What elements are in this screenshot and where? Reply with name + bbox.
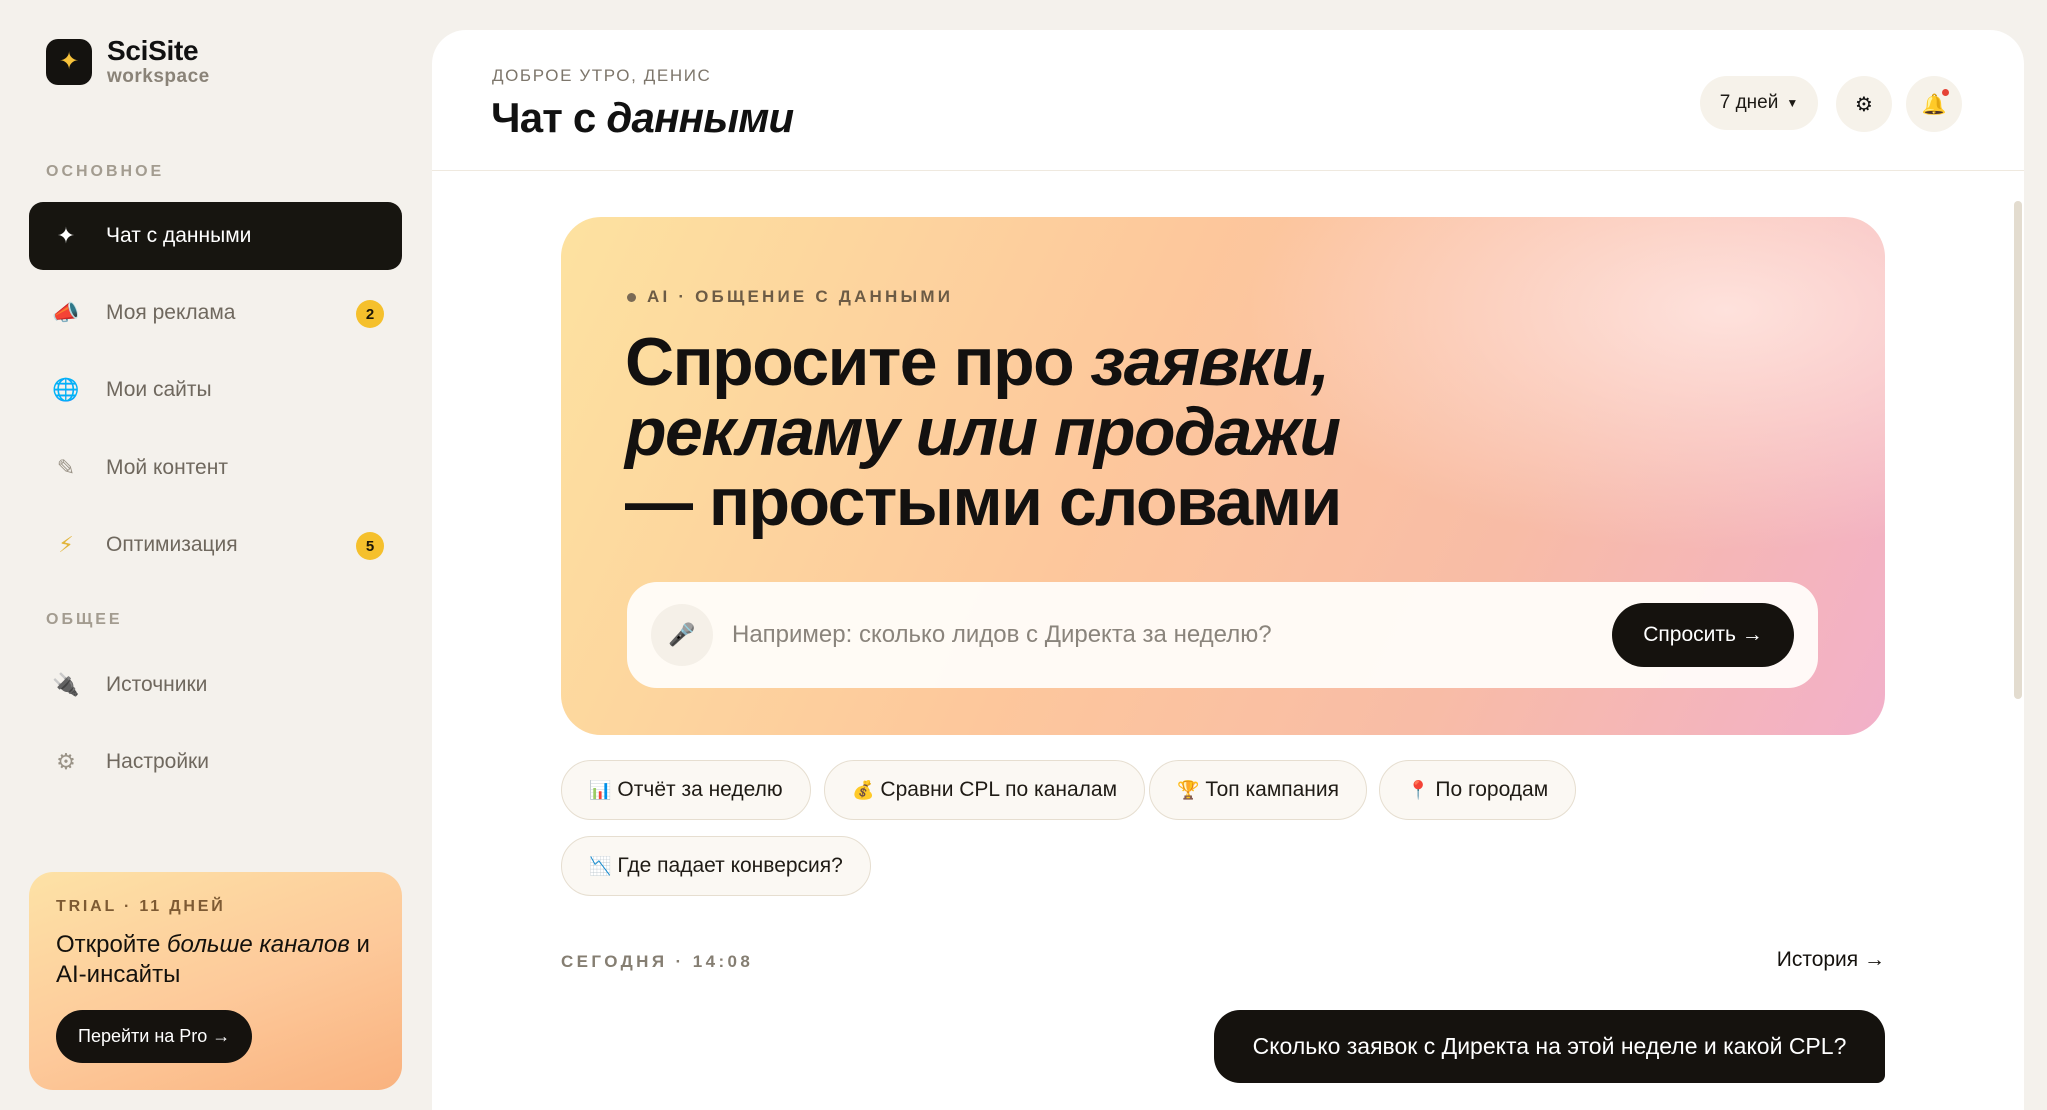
chevron-down-icon: ▼ — [1786, 96, 1799, 110]
period-select[interactable]: 7 дней ▼ — [1700, 76, 1818, 130]
section-label-main: ОСНОВНОЕ — [46, 163, 165, 180]
app-window: ✦ SciSite workspace ОСНОВНОЕ ✦ Чат с дан… — [0, 0, 2047, 1110]
question-input[interactable] — [732, 604, 1612, 666]
settings-button[interactable]: ⚙ — [1836, 76, 1892, 132]
megaphone-icon: 📣 — [52, 300, 80, 325]
hero-tag: AI · ОБЩЕНИЕ С ДАННЫМИ — [627, 287, 953, 307]
plug-icon: 🔌 — [52, 672, 80, 697]
ask-box: 🎤 Спросить → — [627, 582, 1818, 688]
scrollbar[interactable] — [2014, 171, 2022, 1110]
scrollbar-thumb[interactable] — [2014, 201, 2022, 699]
sidebar-item-ads[interactable]: 📣 Моя реклама 2 — [29, 279, 402, 347]
pin-icon: 📍 — [1407, 779, 1430, 800]
sidebar: ✦ SciSite workspace ОСНОВНОЕ ✦ Чат с дан… — [0, 0, 432, 1110]
topbar: ДОБРОЕ УТРО, ДЕНИС Чат с данными 7 дней … — [432, 30, 2024, 171]
section-label-general: ОБЩЕЕ — [46, 611, 123, 628]
brand-sub: workspace — [107, 66, 210, 87]
notification-dot — [1942, 89, 1949, 96]
date-separator: СЕГОДНЯ · 14:08 — [561, 952, 754, 971]
sidebar-item-chat[interactable]: ✦ Чат с данными — [29, 202, 402, 270]
count-badge: 2 — [356, 300, 384, 328]
sidebar-item-label: Мои сайты — [106, 378, 212, 401]
suggestion-chip[interactable]: 📍 По городам — [1379, 760, 1577, 820]
notifications-button[interactable]: 🔔 — [1906, 76, 1962, 132]
history-link[interactable]: История → — [1777, 948, 1885, 972]
hero-card: AI · ОБЩЕНИЕ С ДАННЫМИ Спросите про заяв… — [561, 217, 1885, 735]
money-bag-icon: 💰 — [852, 779, 875, 800]
sidebar-item-optimization[interactable]: ⚡ Оптимизация 5 — [29, 511, 402, 579]
sidebar-item-label: Источники — [106, 673, 208, 696]
trial-tag: TRIAL · 11 ДНЕЙ — [56, 898, 226, 915]
trial-card: TRIAL · 11 ДНЕЙ Откройте больше каналов … — [29, 872, 402, 1090]
suggestion-chip[interactable]: 📊 Отчёт за неделю — [561, 760, 811, 820]
sidebar-item-settings[interactable]: ⚙ Настройки — [29, 728, 402, 796]
microphone-icon: 🎤 — [668, 622, 696, 647]
sidebar-item-label: Оптимизация — [106, 533, 238, 556]
suggestion-chip[interactable]: 📉 Где падает конверсия? — [561, 836, 871, 896]
upgrade-pro-button[interactable]: Перейти на Pro → — [56, 1010, 253, 1063]
sidebar-item-content[interactable]: ✎ Мой контент — [29, 434, 402, 502]
globe-icon: 🌐 — [52, 377, 80, 402]
gear-icon: ⚙ — [1855, 93, 1873, 116]
sidebar-item-label: Настройки — [106, 750, 209, 773]
sidebar-item-sources[interactable]: 🔌 Источники — [29, 651, 402, 719]
ask-button[interactable]: Спросить → — [1612, 603, 1794, 667]
greeting: ДОБРОЕ УТРО, ДЕНИС — [492, 66, 712, 85]
chart-down-icon: 📉 — [589, 855, 612, 876]
sidebar-item-label: Чат с данными — [106, 224, 252, 247]
pencil-icon: ✎ — [56, 455, 76, 480]
sidebar-item-label: Мой контент — [106, 456, 228, 479]
microphone-button[interactable]: 🎤 — [651, 604, 713, 666]
user-message-bubble: Сколько заявок с Директа на этой неделе … — [1214, 1010, 1885, 1083]
suggestion-chip[interactable]: 💰 Сравни CPL по каналам — [824, 760, 1146, 820]
brand-logo-icon: ✦ — [46, 39, 92, 85]
brand-name: SciSite — [107, 35, 199, 66]
gear-icon: ⚙ — [56, 749, 76, 774]
main-panel: ДОБРОЕ УТРО, ДЕНИС Чат с данными 7 дней … — [432, 30, 2024, 1110]
sparkle-icon: ✦ — [56, 223, 76, 248]
sidebar-item-sites[interactable]: 🌐 Мои сайты — [29, 356, 402, 424]
trophy-icon: 🏆 — [1177, 779, 1200, 800]
period-value: 7 дней — [1719, 92, 1779, 113]
count-badge: 5 — [356, 532, 384, 560]
dot-icon — [627, 292, 636, 302]
lightning-icon: ⚡ — [58, 532, 74, 557]
chart-icon: 📊 — [589, 779, 612, 800]
sidebar-item-label: Моя реклама — [106, 301, 236, 324]
suggestion-chip[interactable]: 🏆 Топ кампания — [1149, 760, 1368, 820]
brand[interactable]: ✦ SciSite workspace — [46, 36, 210, 88]
page-title: Чат с данными — [491, 94, 794, 141]
hero-title: Спросите про заявки, рекламу или продажи… — [625, 324, 1342, 540]
trial-text: Откройте больше каналов и AI-инсайты — [56, 931, 370, 988]
